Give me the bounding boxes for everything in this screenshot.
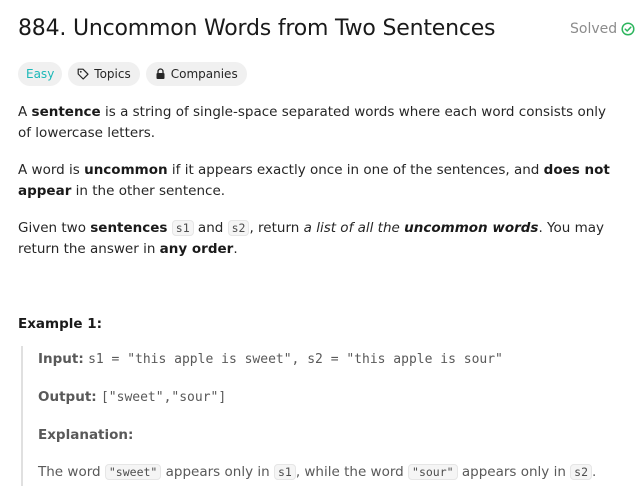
bold-text: uncommon (84, 162, 168, 178)
bold-text: sentences (90, 220, 168, 236)
text: if it appears exactly once in one of the… (167, 162, 544, 178)
text: in the other sentence. (71, 183, 226, 199)
text: A word is (18, 162, 85, 178)
inline-code: s1 (273, 464, 296, 480)
companies-button[interactable]: Companies (145, 62, 247, 86)
topics-label: Topics (94, 67, 131, 81)
inline-code: s2 (570, 464, 593, 480)
bold-text: sentence (31, 104, 101, 120)
text: appears only in (161, 464, 274, 480)
example-explanation-label: Explanation: (38, 427, 133, 443)
inline-code: s1 (171, 220, 194, 236)
explanation-label: Explanation: (38, 427, 134, 443)
text: The word (38, 464, 105, 480)
text: . (233, 241, 238, 257)
difficulty-label: Easy (26, 67, 55, 81)
text: A (18, 104, 32, 120)
text: appears only in (457, 464, 571, 480)
input-value: s1 = "this apple is sweet", s2 = "this a… (88, 352, 503, 367)
output-label: Output: (38, 389, 97, 405)
input-label: Input: (38, 351, 84, 367)
text: . (592, 464, 597, 480)
text: is a string of single-space separated wo… (18, 104, 607, 141)
check-circle-icon (621, 22, 635, 36)
inline-code: "sweet" (104, 464, 162, 480)
solved-status: Solved (570, 21, 635, 37)
tag-icon (77, 68, 89, 80)
text: , return (249, 220, 304, 236)
lock-icon (155, 68, 166, 80)
italic-text: a list of all the (303, 220, 405, 236)
text: , while the word (295, 464, 409, 480)
bold-text: any order (159, 241, 234, 257)
solved-label: Solved (570, 21, 618, 37)
example-block: Input: s1 = "this apple is sweet", s2 = … (21, 346, 623, 486)
inline-code: "sour" (408, 464, 458, 480)
inline-code: s2 (227, 220, 250, 236)
tag-row: Easy Topics Companies (18, 62, 247, 86)
example-explanation: The word "sweet" appears only in s1, whi… (38, 464, 596, 480)
example-input: Input: s1 = "this apple is sweet", s2 = … (38, 351, 503, 367)
topics-button[interactable]: Topics (68, 62, 140, 86)
bold-italic-text: uncommon words (404, 220, 539, 236)
example-title: Example 1: (18, 316, 103, 332)
text: Given two (18, 220, 91, 236)
companies-label: Companies (170, 67, 238, 81)
description-paragraph-1: A sentence is a string of single-space s… (18, 102, 622, 144)
problem-title: 884. Uncommon Words from Two Sentences (18, 16, 496, 41)
description-paragraph-3: Given two sentences s1 and s2, return a … (18, 218, 622, 260)
output-value: ["sweet","sour"] (100, 390, 227, 405)
difficulty-badge[interactable]: Easy (18, 62, 63, 86)
description-paragraph-2: A word is uncommon if it appears exactly… (18, 160, 622, 202)
example-output: Output: ["sweet","sour"] (38, 389, 226, 405)
text: and (193, 220, 228, 236)
